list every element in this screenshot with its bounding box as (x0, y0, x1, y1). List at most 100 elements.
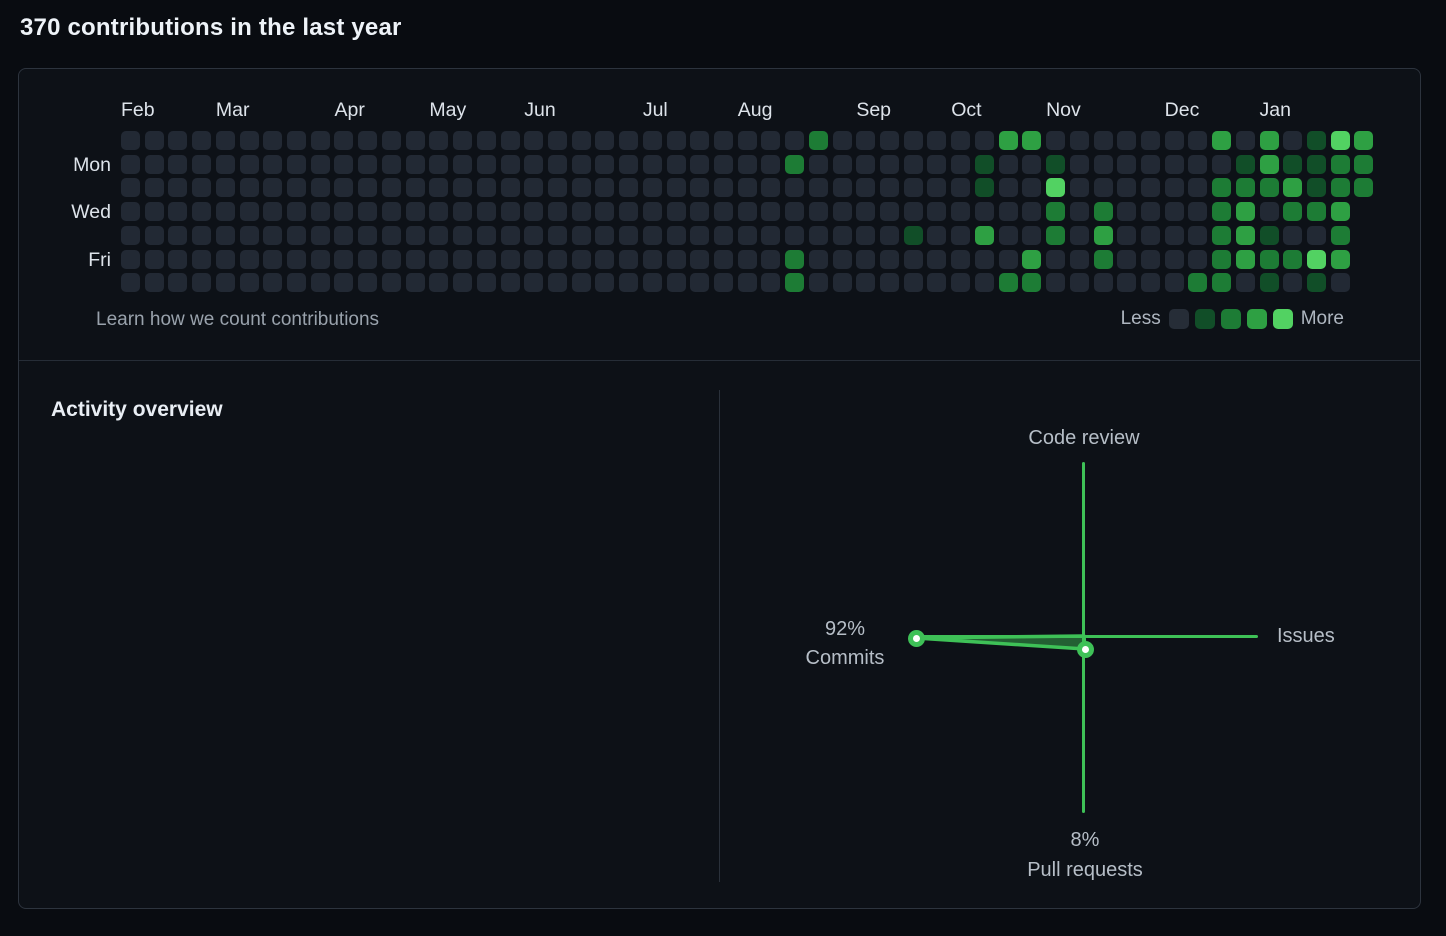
contribution-cell[interactable] (927, 250, 946, 269)
contribution-cell[interactable] (1331, 155, 1350, 174)
contribution-cell[interactable] (690, 131, 709, 150)
contribution-cell[interactable] (595, 178, 614, 197)
contribution-cell[interactable] (1188, 178, 1207, 197)
contribution-cell[interactable] (951, 226, 970, 245)
contribution-cell[interactable] (548, 178, 567, 197)
contribution-cell[interactable] (667, 202, 686, 221)
contribution-cell[interactable] (785, 226, 804, 245)
contribution-cell[interactable] (168, 202, 187, 221)
contribution-cell[interactable] (833, 178, 852, 197)
contribution-cell[interactable] (453, 155, 472, 174)
contribution-cell[interactable] (880, 250, 899, 269)
contribution-cell[interactable] (856, 202, 875, 221)
contribution-cell[interactable] (999, 155, 1018, 174)
contribution-cell[interactable] (738, 273, 757, 292)
contribution-cell[interactable] (785, 155, 804, 174)
contribution-cell[interactable] (643, 155, 662, 174)
contribution-cell[interactable] (761, 250, 780, 269)
contribution-cell[interactable] (1283, 131, 1302, 150)
contribution-cell[interactable] (714, 155, 733, 174)
contribution-cell[interactable] (880, 155, 899, 174)
contribution-cell[interactable] (145, 131, 164, 150)
contribution-cell[interactable] (833, 131, 852, 150)
contribution-cell[interactable] (761, 202, 780, 221)
contribution-cell[interactable] (477, 250, 496, 269)
contribution-cell[interactable] (334, 202, 353, 221)
contribution-cell[interactable] (856, 226, 875, 245)
contribution-cell[interactable] (951, 131, 970, 150)
contribution-cell[interactable] (121, 273, 140, 292)
contribution-cell[interactable] (1212, 131, 1231, 150)
contribution-cell[interactable] (809, 202, 828, 221)
contribution-cell[interactable] (524, 178, 543, 197)
contribution-cell[interactable] (406, 273, 425, 292)
contribution-cell[interactable] (1117, 250, 1136, 269)
contribution-cell[interactable] (1046, 273, 1065, 292)
contribution-cell[interactable] (667, 155, 686, 174)
contribution-cell[interactable] (880, 226, 899, 245)
contribution-cell[interactable] (809, 273, 828, 292)
contribution-cell[interactable] (643, 178, 662, 197)
contribution-cell[interactable] (833, 273, 852, 292)
contribution-cell[interactable] (904, 155, 923, 174)
contribution-cell[interactable] (1165, 250, 1184, 269)
contribution-cell[interactable] (619, 226, 638, 245)
contribution-cell[interactable] (809, 178, 828, 197)
contribution-cell[interactable] (1188, 131, 1207, 150)
contribution-cell[interactable] (1236, 226, 1255, 245)
contribution-cell[interactable] (1354, 155, 1373, 174)
contribution-cell[interactable] (216, 273, 235, 292)
contribution-cell[interactable] (595, 131, 614, 150)
contribution-cell[interactable] (1236, 178, 1255, 197)
contribution-cell[interactable] (501, 273, 520, 292)
contribution-cell[interactable] (145, 178, 164, 197)
contribution-cell[interactable] (453, 202, 472, 221)
contribution-cell[interactable] (856, 155, 875, 174)
contribution-cell[interactable] (382, 202, 401, 221)
contribution-cell[interactable] (690, 226, 709, 245)
contribution-cell[interactable] (1094, 155, 1113, 174)
contribution-cell[interactable] (216, 226, 235, 245)
contribution-cell[interactable] (738, 131, 757, 150)
contribution-cell[interactable] (833, 155, 852, 174)
contribution-cell[interactable] (667, 226, 686, 245)
contribution-cell[interactable] (761, 226, 780, 245)
contribution-cell[interactable] (240, 131, 259, 150)
contribution-cell[interactable] (927, 131, 946, 150)
contribution-cell[interactable] (192, 155, 211, 174)
contribution-cell[interactable] (287, 250, 306, 269)
contribution-cell[interactable] (572, 226, 591, 245)
contribution-cell[interactable] (809, 250, 828, 269)
contribution-cell[interactable] (690, 250, 709, 269)
contribution-cell[interactable] (477, 273, 496, 292)
learn-contributions-link[interactable]: Learn how we count contributions (96, 309, 379, 331)
contribution-cell[interactable] (382, 178, 401, 197)
contribution-cell[interactable] (1307, 131, 1326, 150)
contribution-cell[interactable] (121, 250, 140, 269)
contribution-cell[interactable] (1094, 202, 1113, 221)
contribution-cell[interactable] (1046, 131, 1065, 150)
contribution-cell[interactable] (453, 250, 472, 269)
contribution-cell[interactable] (358, 131, 377, 150)
contribution-cell[interactable] (145, 250, 164, 269)
contribution-cell[interactable] (1307, 250, 1326, 269)
contribution-cell[interactable] (1331, 202, 1350, 221)
contribution-cell[interactable] (880, 131, 899, 150)
contribution-cell[interactable] (1046, 178, 1065, 197)
pull-requests-data-point[interactable] (1077, 641, 1094, 658)
contribution-cell[interactable] (1117, 226, 1136, 245)
contribution-cell[interactable] (595, 155, 614, 174)
contribution-cell[interactable] (999, 273, 1018, 292)
contribution-cell[interactable] (809, 226, 828, 245)
contribution-cell[interactable] (429, 273, 448, 292)
contribution-cell[interactable] (904, 178, 923, 197)
contribution-cell[interactable] (524, 202, 543, 221)
contribution-cell[interactable] (121, 155, 140, 174)
contribution-cell[interactable] (1212, 273, 1231, 292)
contribution-cell[interactable] (1260, 226, 1279, 245)
contribution-cell[interactable] (1307, 273, 1326, 292)
contribution-cell[interactable] (1212, 178, 1231, 197)
contribution-cell[interactable] (240, 155, 259, 174)
contribution-cell[interactable] (975, 273, 994, 292)
contribution-cell[interactable] (856, 250, 875, 269)
